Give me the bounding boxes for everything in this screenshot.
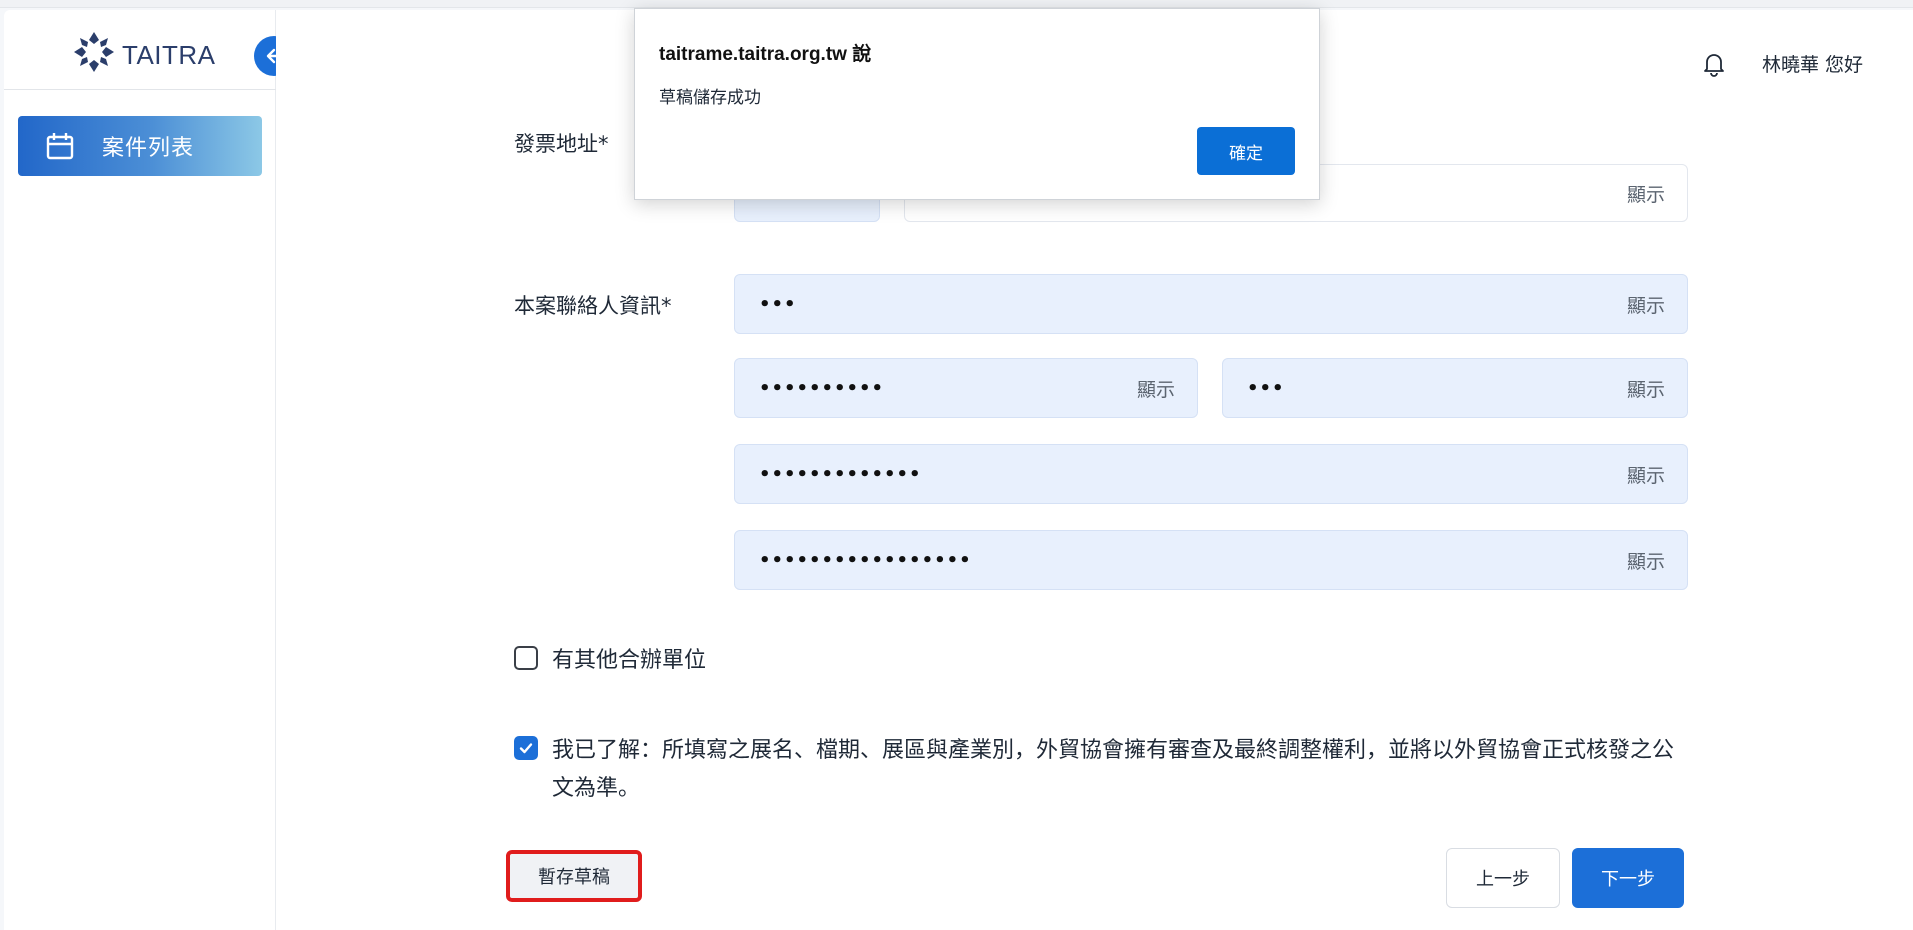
- field-value: •••: [1247, 377, 1285, 399]
- agreement-option[interactable]: 我已了解：所填寫之展名、檔期、展區與產業別，外貿協會擁有審查及最終調整權利，並將…: [514, 732, 1694, 808]
- show-toggle[interactable]: 顯示: [1137, 375, 1175, 402]
- sidebar-item-case-list[interactable]: 案件列表: [18, 116, 262, 176]
- brand-bar: TAITRA: [4, 10, 276, 90]
- sidebar-item-label: 案件列表: [102, 136, 195, 161]
- contact-email-field[interactable]: ••••••••••••••••• 顯示: [734, 530, 1688, 590]
- field-value: •••••••••••••••••: [759, 549, 972, 571]
- field-value: ••••••••••: [759, 377, 885, 399]
- dialog-origin: taitrame.taitra.org.tw 說: [659, 44, 872, 65]
- checkmark-icon: [519, 743, 533, 754]
- brand-name: TAITRA: [122, 40, 216, 70]
- header-user-area: 林曉華 您好: [1702, 50, 1863, 77]
- field-value: •••: [759, 293, 797, 315]
- contact-extension-field[interactable]: ••• 顯示: [1222, 358, 1688, 418]
- browser-top-edge: [0, 0, 1913, 8]
- contact-name-field[interactable]: ••• 顯示: [734, 274, 1688, 334]
- show-toggle[interactable]: 顯示: [1627, 180, 1665, 207]
- co-organizer-label: 有其他合辦單位: [552, 648, 707, 673]
- show-toggle[interactable]: 顯示: [1627, 291, 1665, 318]
- dialog-message: 草稿儲存成功: [659, 88, 761, 108]
- field-value: •••••••••••••: [759, 463, 922, 485]
- bell-icon[interactable]: [1702, 51, 1726, 77]
- save-draft-button[interactable]: 暫存草稿: [506, 850, 642, 902]
- taitra-logo-icon: [74, 32, 114, 72]
- contact-phone-field[interactable]: •••••••••• 顯示: [734, 358, 1198, 418]
- agreement-checkbox[interactable]: [514, 736, 538, 760]
- contact-info-label: 本案聯絡人資訊*: [514, 294, 672, 318]
- invoice-address-label: 發票地址*: [514, 132, 609, 156]
- co-organizer-checkbox[interactable]: [514, 646, 538, 670]
- show-toggle[interactable]: 顯示: [1627, 461, 1665, 488]
- agreement-text: 我已了解：所填寫之展名、檔期、展區與產業別，外貿協會擁有審查及最終調整權利，並將…: [552, 738, 1675, 801]
- sidebar: TAITRA 案件列表: [4, 10, 294, 930]
- previous-step-button[interactable]: 上一步: [1446, 848, 1560, 908]
- next-step-button[interactable]: 下一步: [1572, 848, 1684, 908]
- show-toggle[interactable]: 顯示: [1627, 375, 1665, 402]
- show-toggle[interactable]: 顯示: [1627, 547, 1665, 574]
- co-organizer-option[interactable]: 有其他合辦單位: [514, 642, 706, 680]
- contact-mobile-field[interactable]: ••••••••••••• 顯示: [734, 444, 1688, 504]
- alert-dialog: taitrame.taitra.org.tw 說 草稿儲存成功 確定: [634, 8, 1320, 200]
- calendar-icon: [44, 130, 76, 162]
- dialog-ok-button[interactable]: 確定: [1197, 127, 1295, 175]
- user-greeting[interactable]: 林曉華 您好: [1762, 50, 1863, 77]
